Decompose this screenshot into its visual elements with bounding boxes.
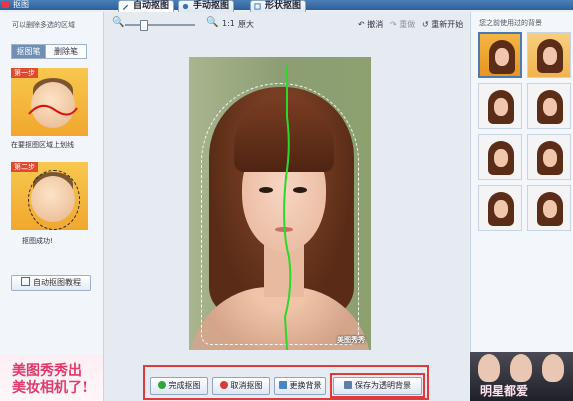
zoom-level: 1:1 — [222, 19, 235, 28]
undo-label: 撤消 — [367, 20, 384, 29]
pen-icon — [122, 4, 129, 10]
tab-auto-cutout-label: 自动抠图 — [133, 1, 170, 11]
editor-toolbar: 🔍 🔍 1:1 原大 ↶ 撤消 ↷ 重做 ↺ 重新开始 — [104, 16, 469, 31]
background-thumbnail[interactable] — [527, 185, 571, 231]
background-thumbnail[interactable] — [527, 83, 571, 129]
guide-stroke-line — [283, 65, 292, 350]
background-thumbnail[interactable] — [478, 185, 522, 231]
left-ad-banner[interactable]: 美图秀秀出 美妆相机了! — [0, 355, 103, 401]
cancel-cutout-label: 取消抠图 — [230, 381, 263, 390]
auto-cutout-tutorial-button[interactable]: 自动抠图教程 — [11, 275, 91, 291]
stroke-mark — [28, 104, 78, 116]
original-size-button[interactable]: 原大 — [238, 19, 254, 30]
zoom-slider-thumb[interactable] — [140, 20, 148, 31]
tab-shape-cutout[interactable]: 形状抠图 — [250, 0, 307, 12]
step2-tag: 第二步 — [11, 162, 38, 172]
restart-label: 重新开始 — [431, 20, 464, 29]
undo-button[interactable]: ↶ 撤消 — [358, 19, 383, 30]
redo-button[interactable]: ↷ 重做 — [390, 19, 415, 30]
image-icon — [278, 381, 287, 389]
replace-background-button[interactable]: 更换背景 — [274, 377, 326, 395]
watermark: 美图秀秀 — [337, 336, 365, 344]
tab-auto-cutout[interactable]: 自动抠图 — [118, 0, 175, 12]
done-cutout-label: 完成抠图 — [168, 381, 201, 390]
replace-background-label: 更换背景 — [289, 381, 322, 390]
redo-label: 重做 — [399, 20, 416, 29]
background-thumbnail[interactable] — [478, 83, 522, 129]
left-panel: 可以删除多选的区域 抠图笔 删除笔 第一步 在要抠图区域上划线 第二步 抠图成功… — [0, 12, 104, 401]
main-editor: 🔍 🔍 1:1 原大 ↶ 撤消 ↷ 重做 ↺ 重新开始 美图秀秀 完成抠图 取消… — [104, 12, 469, 401]
hint-text: 可以删除多选的区域 — [12, 21, 75, 29]
step1-example-image: 第一步 — [11, 68, 88, 136]
left-ad-line2: 美妆相机了! — [12, 380, 89, 396]
zoom-slider-track[interactable] — [125, 24, 195, 26]
save-transparent-label: 保存为透明背景 — [355, 381, 411, 390]
step1-caption: 在要抠图区域上划线 — [11, 141, 74, 149]
hand-icon — [182, 3, 189, 10]
cutout-pen-button[interactable]: 抠图笔 — [11, 44, 46, 59]
tab-shape-cutout-label: 形状抠图 — [265, 1, 302, 11]
save-icon — [344, 381, 352, 389]
zoom-out-icon[interactable]: 🔍 — [112, 18, 124, 28]
zoom-in-icon[interactable]: 🔍 — [206, 18, 218, 28]
background-thumbnail[interactable] — [478, 134, 522, 180]
window-title: 抠图 — [13, 0, 29, 9]
right-ad-text: 明星都爱 — [480, 384, 529, 398]
background-thumbnail[interactable] — [527, 134, 571, 180]
step1-tag: 第一步 — [11, 68, 38, 78]
restart-button[interactable]: ↺ 重新开始 — [422, 19, 463, 30]
background-thumbnail[interactable] — [527, 32, 571, 78]
save-transparent-button[interactable]: 保存为透明背景 — [333, 377, 422, 395]
cancel-icon — [219, 381, 228, 389]
tutorial-icon — [21, 277, 30, 286]
shape-icon — [254, 3, 261, 10]
tab-manual-cutout-label: 手动抠图 — [193, 1, 230, 11]
tutorial-label: 自动抠图教程 — [33, 278, 81, 287]
check-icon — [157, 381, 166, 389]
tab-manual-cutout[interactable]: 手动抠图 — [178, 0, 235, 12]
step2-example-image: 第二步 — [11, 162, 88, 230]
step2-caption: 抠图成功! — [22, 237, 53, 245]
app-icon — [2, 1, 9, 8]
photo-canvas[interactable]: 美图秀秀 — [189, 57, 371, 350]
done-cutout-button[interactable]: 完成抠图 — [150, 377, 208, 395]
background-thumbnail[interactable] — [478, 32, 522, 78]
erase-pen-button[interactable]: 删除笔 — [45, 44, 87, 59]
right-panel: 您之前使用过的背景 — [470, 12, 573, 401]
cancel-cutout-button[interactable]: 取消抠图 — [212, 377, 270, 395]
right-ad-banner[interactable]: 明星都爱 — [470, 352, 573, 401]
recent-backgrounds-title: 您之前使用过的背景 — [479, 19, 542, 27]
